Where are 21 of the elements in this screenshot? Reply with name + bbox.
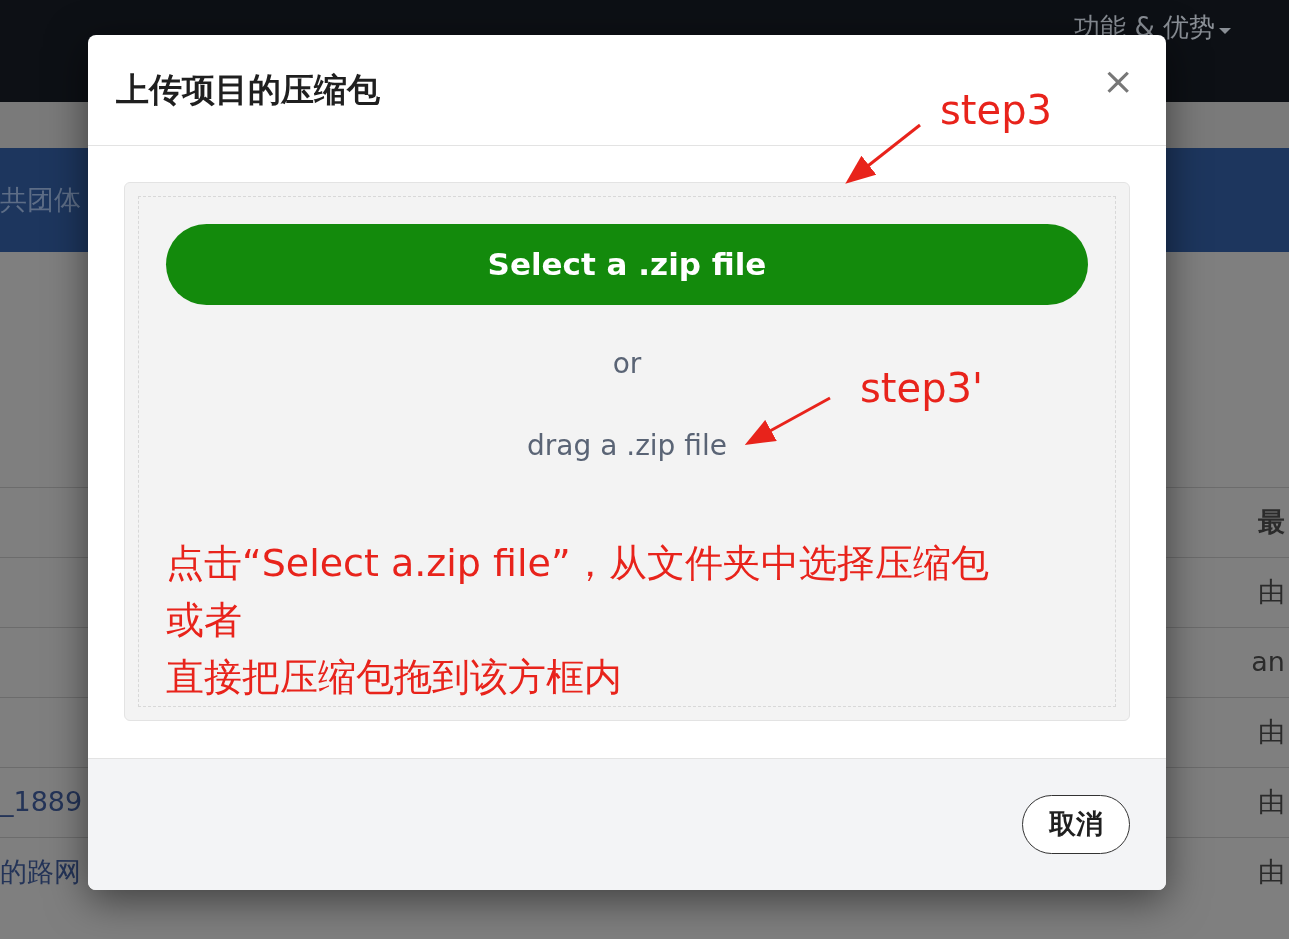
- or-text: or: [612, 346, 642, 382]
- dialog-title: 上传项目的压缩包: [116, 69, 380, 112]
- cancel-button[interactable]: 取消: [1022, 795, 1130, 854]
- table-cell-text: 由: [1258, 575, 1286, 610]
- table-cell-text: 由: [1258, 855, 1286, 890]
- banner-text: 共团体: [0, 182, 81, 217]
- annotation-note: 点击“Select a.zip file”，从文件夹中选择压缩包: [166, 540, 989, 587]
- table-cell-text: 由: [1258, 715, 1286, 750]
- drag-hint: drag a .zip file: [527, 428, 727, 464]
- column-header: 最: [1258, 505, 1286, 540]
- annotation-note: 直接把压缩包拖到该方框内: [166, 654, 623, 701]
- close-button[interactable]: ×: [1098, 62, 1138, 100]
- caret-icon: [1219, 28, 1231, 34]
- annotation-label: step3: [940, 86, 1052, 135]
- table-cell-text: 的路网: [0, 855, 81, 890]
- annotation-label: step3': [860, 364, 983, 413]
- table-cell-text: 由: [1258, 785, 1286, 820]
- table-cell-text: an: [1251, 645, 1286, 680]
- table-cell-text: _1889: [0, 785, 83, 820]
- select-file-button[interactable]: Select a .zip file: [166, 224, 1088, 305]
- annotation-note: 或者: [166, 597, 243, 644]
